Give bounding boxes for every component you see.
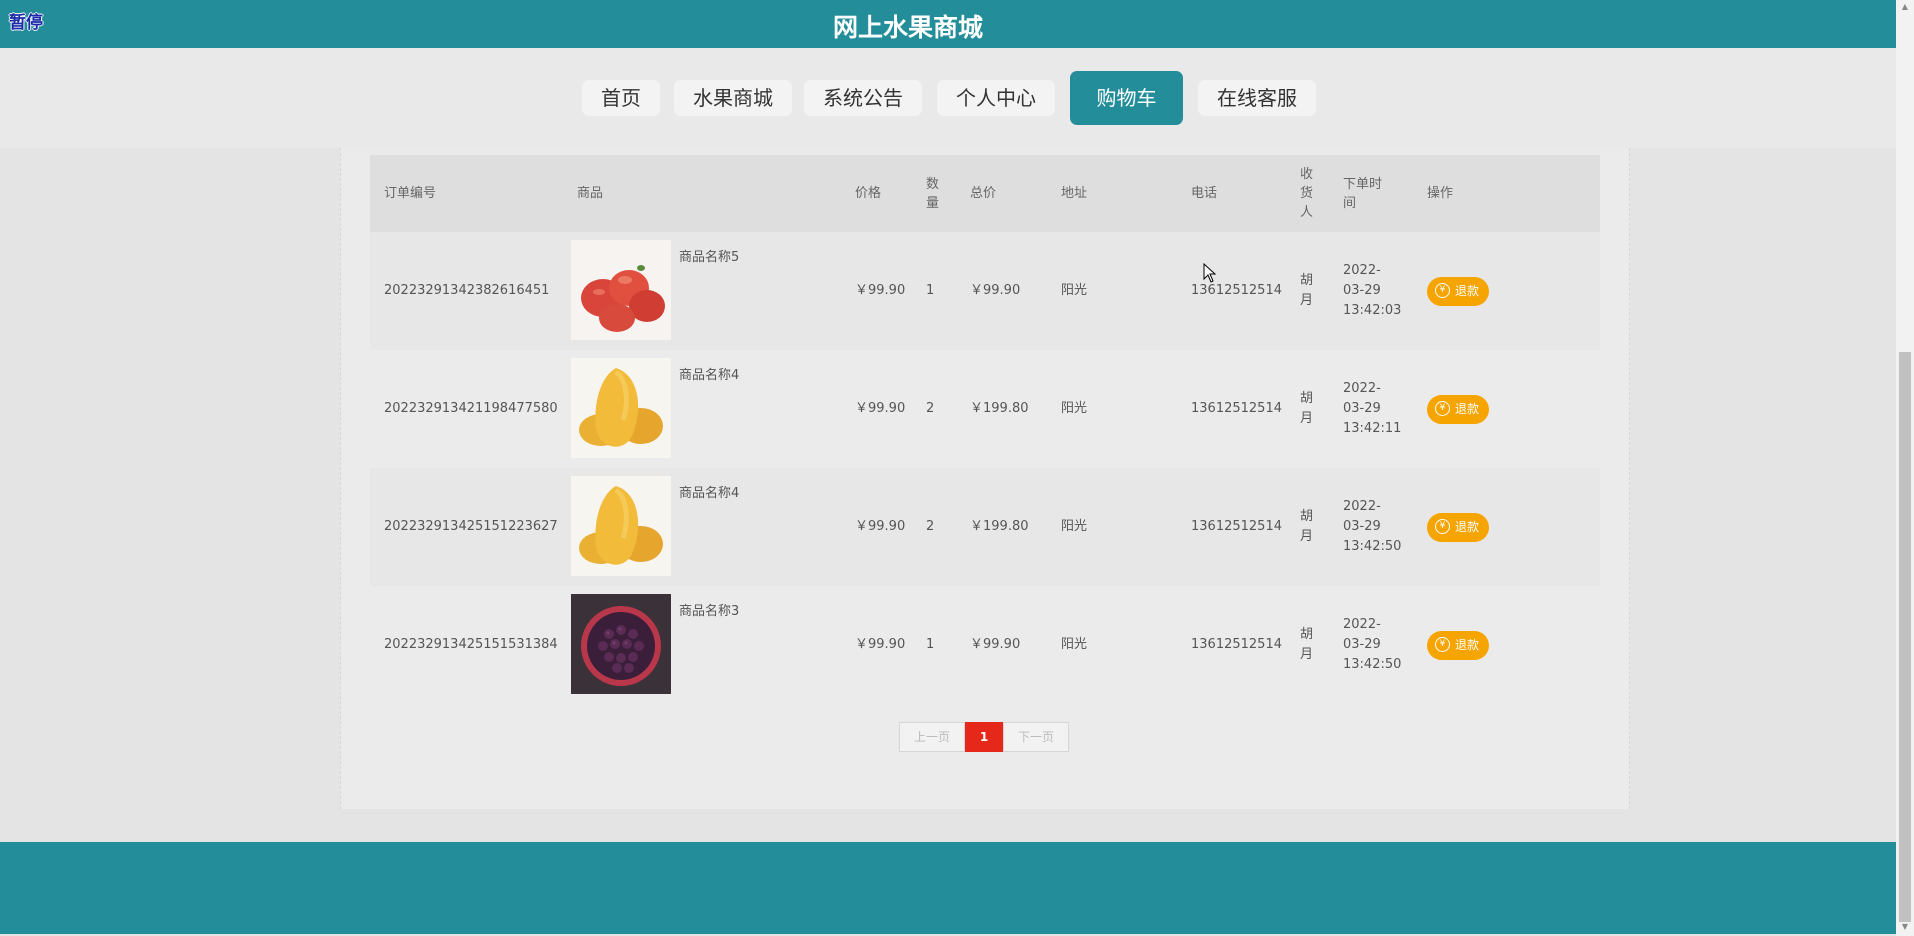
phone: 13612512514: [1177, 350, 1292, 468]
product-image-mango[interactable]: [571, 358, 671, 458]
refund-button[interactable]: ¥ 退款: [1427, 276, 1490, 306]
site-footer: [0, 842, 1896, 934]
nav-item-fruit-mall[interactable]: 水果商城: [674, 80, 792, 116]
table-row: 202232913421198477580 商品名称4 ￥99.90 2 ￥19…: [370, 350, 1600, 468]
scroll-down-icon[interactable]: ▼: [1900, 922, 1910, 934]
table-header-row: 订单编号 商品 价格 数量 总价 地址 电话 收货人 下单时间 操作: [370, 155, 1600, 232]
nav-item-announcements[interactable]: 系统公告: [804, 80, 922, 116]
price: ￥99.90: [841, 350, 918, 468]
order-time: 2022-03-29 13:42:50: [1335, 468, 1419, 586]
product-image-mango[interactable]: [571, 476, 671, 576]
order-no: 20223291342382616451: [370, 232, 563, 350]
table-row: 202232913425151531384 商品名称3 ￥99.90 1 ￥99…: [370, 586, 1600, 704]
total-price: ￥199.80: [962, 468, 1047, 586]
scroll-up-icon[interactable]: ▲: [1900, 2, 1910, 14]
receiver: 胡月: [1292, 586, 1335, 704]
mouse-cursor-icon: [1203, 263, 1217, 283]
phone: 13612512514: [1177, 232, 1292, 350]
col-header-address: 地址: [1047, 155, 1177, 232]
col-header-goods: 商品: [563, 155, 841, 232]
quantity: 1: [918, 232, 962, 350]
receiver: 胡月: [1292, 468, 1335, 586]
goods-name[interactable]: 商品名称4: [679, 484, 739, 504]
yen-icon: ¥: [1435, 518, 1450, 534]
col-header-action: 操作: [1419, 155, 1600, 232]
goods-name[interactable]: 商品名称3: [679, 602, 739, 622]
col-header-phone: 电话: [1177, 155, 1292, 232]
phone: 13612512514: [1177, 468, 1292, 586]
order-time: 2022-03-29 13:42:03: [1335, 232, 1419, 350]
address: 阳光: [1047, 586, 1177, 704]
refund-button[interactable]: ¥ 退款: [1427, 512, 1490, 542]
nav-item-personal-center[interactable]: 个人中心: [937, 80, 1055, 116]
phone: 13612512514: [1177, 586, 1292, 704]
quantity: 1: [918, 586, 962, 704]
address: 阳光: [1047, 468, 1177, 586]
price: ￥99.90: [841, 468, 918, 586]
receiver: 胡月: [1292, 350, 1335, 468]
order-time: 2022-03-29 13:42:11: [1335, 350, 1419, 468]
address: 阳光: [1047, 350, 1177, 468]
site-title: 网上水果商城: [832, 13, 983, 42]
site-header: 暂停 网上水果商城: [0, 0, 1896, 48]
order-table: 订单编号 商品 价格 数量 总价 地址 电话 收货人 下单时间 操作 20223…: [370, 155, 1600, 704]
nav-item-home[interactable]: 首页: [582, 80, 660, 116]
order-no: 202232913425151223627: [370, 468, 563, 586]
col-header-price: 价格: [841, 155, 918, 232]
col-header-order-time: 下单时间: [1335, 155, 1419, 232]
refund-button[interactable]: ¥ 退款: [1427, 394, 1490, 424]
product-image-blueberry[interactable]: [571, 594, 671, 694]
yen-icon: ¥: [1435, 400, 1450, 416]
yen-icon: ¥: [1435, 282, 1450, 298]
col-header-total: 总价: [962, 155, 1047, 232]
order-table-wrap: 订单编号 商品 价格 数量 总价 地址 电话 收货人 下单时间 操作 20223…: [370, 155, 1600, 704]
total-price: ￥199.80: [962, 350, 1047, 468]
total-price: ￥99.90: [962, 586, 1047, 704]
table-row: 202232913425151223627 商品名称4 ￥99.90 2 ￥19…: [370, 468, 1600, 586]
page-1-button[interactable]: 1: [965, 722, 1003, 752]
order-no: 202232913421198477580: [370, 350, 563, 468]
col-header-qty: 数量: [918, 155, 962, 232]
table-row: 20223291342382616451 商品名称5 ￥99.90 1 ￥99.…: [370, 232, 1600, 350]
address: 阳光: [1047, 232, 1177, 350]
quantity: 2: [918, 350, 962, 468]
prev-page-button[interactable]: 上一页: [899, 722, 965, 752]
receiver: 胡月: [1292, 232, 1335, 350]
product-image-wax-apple[interactable]: [571, 240, 671, 340]
price: ￥99.90: [841, 232, 918, 350]
scrollbar-thumb[interactable]: [1899, 352, 1911, 922]
col-header-receiver: 收货人: [1292, 155, 1335, 232]
nav-item-cart[interactable]: 购物车: [1070, 71, 1183, 125]
nav-item-online-service[interactable]: 在线客服: [1198, 80, 1316, 116]
next-page-button[interactable]: 下一页: [1003, 722, 1069, 752]
order-no: 202232913425151531384: [370, 586, 563, 704]
price: ￥99.90: [841, 586, 918, 704]
goods-name[interactable]: 商品名称5: [679, 248, 739, 268]
total-price: ￥99.90: [962, 232, 1047, 350]
yen-icon: ¥: [1435, 636, 1450, 652]
goods-name[interactable]: 商品名称4: [679, 366, 739, 386]
order-time: 2022-03-29 13:42:50: [1335, 586, 1419, 704]
quantity: 2: [918, 468, 962, 586]
col-header-order-no: 订单编号: [370, 155, 563, 232]
refund-button[interactable]: ¥ 退款: [1427, 630, 1490, 660]
